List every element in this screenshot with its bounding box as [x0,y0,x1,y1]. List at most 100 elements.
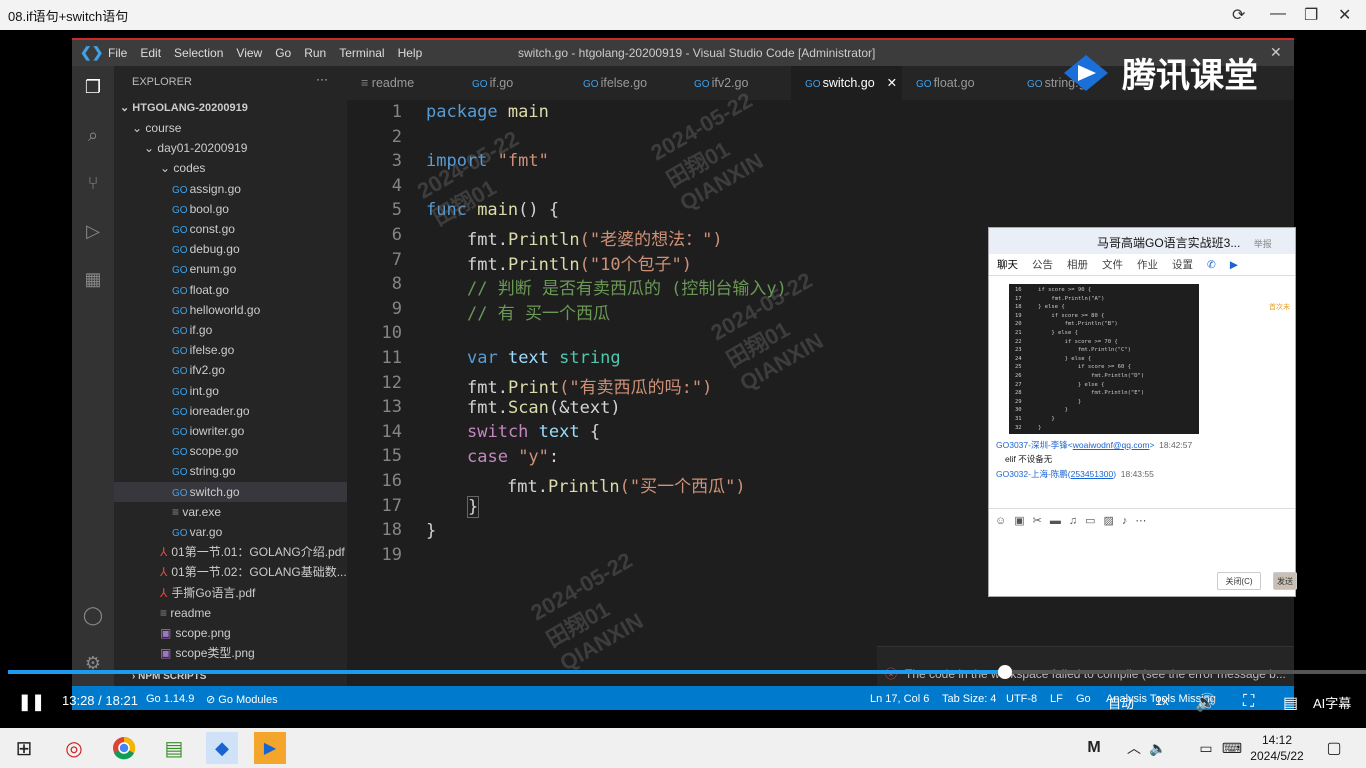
tab-album[interactable]: 相册 [1067,254,1088,275]
error-notification[interactable]: ⓧ The code in the workspace failed to co… [877,646,1294,686]
tree-folder[interactable]: ⌄ codes [114,158,347,178]
go-version[interactable]: Go 1.14.9 [146,693,194,705]
cursor-position[interactable]: Ln 17, Col 6 [870,693,929,705]
menu-view[interactable]: View [236,46,262,60]
restore-icon[interactable]: ❐ [1304,5,1318,25]
tab-settings[interactable]: 设置 [1172,254,1193,275]
language-mode[interactable]: Go [1076,693,1091,705]
tab-if-go[interactable]: GO if.go [458,66,569,100]
more-icon[interactable]: ⋯ [1135,515,1154,527]
player-taskbar-icon[interactable]: ▶ [254,732,286,764]
video-progress-bar[interactable] [8,665,1366,679]
minimize-icon[interactable]: — [1270,5,1286,23]
tab-switch-go[interactable]: GO switch.go ✕ [791,66,902,100]
input-method-icon[interactable]: M [1078,732,1110,764]
menu-go[interactable]: Go [275,46,291,60]
scissors-icon[interactable]: ✂ [1033,515,1050,527]
tab-homework[interactable]: 作业 [1137,254,1158,275]
send-button[interactable]: 发送 [1273,572,1297,590]
msg-qq-link[interactable]: 253451300 [1071,469,1114,479]
vscode-close-icon[interactable]: ✕ [1270,44,1282,61]
tree-file[interactable]: GO ioreader.go [114,401,347,421]
more-actions-icon[interactable]: ··· [316,72,328,86]
tree-file[interactable]: GO debug.go [114,239,347,259]
phone-icon[interactable]: ✆ [1207,254,1216,275]
refresh-icon[interactable]: ⟳ [1232,5,1245,25]
tree-file[interactable]: ≡ readme [114,603,347,623]
pause-icon[interactable]: ❚❚ [18,692,45,712]
tree-file[interactable]: GO iowriter.go [114,421,347,441]
app-icon-swirl[interactable]: ◎ [58,732,90,764]
fullscreen-icon[interactable]: ⛶ [1243,693,1254,711]
go-modules[interactable]: ⊘ Go Modules [206,693,278,706]
tab-files[interactable]: 文件 [1102,254,1123,275]
tree-file[interactable]: GO const.go [114,219,347,239]
gif-icon[interactable]: ▣ [1014,515,1032,527]
search-icon[interactable]: ⌕ [82,124,104,146]
tree-file[interactable]: GO assign.go [114,179,347,199]
account-icon[interactable]: ◯ [82,604,104,626]
volume-icon[interactable]: 🔊 [1195,693,1216,713]
subtitle-icon[interactable]: ▤ [1283,693,1298,713]
tree-folder[interactable]: ⌄ course [114,118,347,138]
tab-ifv2-go[interactable]: GO ifv2.go [680,66,791,100]
explorer-icon[interactable]: ❐ [82,76,104,98]
tree-file[interactable]: GO switch.go [114,481,347,502]
tree-file[interactable]: GO ifelse.go [114,340,347,360]
run-debug-icon[interactable]: ▷ [82,220,104,242]
tab-size[interactable]: Tab Size: 4 [942,693,996,705]
bell-icon[interactable]: ♪ [1122,515,1136,527]
tree-file[interactable]: GO var.go [114,522,347,542]
notification-icon[interactable]: ▢ [1318,732,1350,764]
menu-selection[interactable]: Selection [174,46,223,60]
source-control-icon[interactable]: ⑂ [82,172,104,194]
menu-file[interactable]: File [108,46,127,60]
tree-file[interactable]: ⅄ 01第一节.01：GOLANG介绍.pdf [114,542,347,562]
clock[interactable]: 14:12 2024/5/22 [1246,732,1308,764]
tree-file[interactable]: GO string.go [114,461,347,481]
tree-file[interactable]: GO ifv2.go [114,360,347,380]
speed-selector[interactable]: 1x [1155,693,1169,708]
tab-ifelse-go[interactable]: GO ifelse.go [569,66,680,100]
ime-icon[interactable]: ⌨ [1216,732,1248,764]
music-icon[interactable]: ♫ [1069,515,1085,527]
msg-sender[interactable]: GO3037-深圳-李锋 [996,440,1068,450]
tree-file[interactable]: GO helloworld.go [114,300,347,320]
screen-icon[interactable]: ▭ [1085,515,1103,527]
ai-subtitle-button[interactable]: AI字幕 [1313,693,1351,712]
encoding[interactable]: UTF-8 [1006,693,1037,705]
speaker-icon[interactable]: 🔈 [1142,732,1174,764]
notepad-icon[interactable]: ▤ [158,732,190,764]
menu-run[interactable]: Run [304,46,326,60]
msg-email-link[interactable]: woaiwodnf@qq.com [1073,440,1150,450]
tree-file[interactable]: ⅄ 01第一节.02：GOLANG基础数... [114,562,347,582]
quality-selector[interactable]: 自动 [1108,693,1134,712]
close-icon[interactable]: ✕ [1338,5,1351,25]
tree-file[interactable]: GO scope.go [114,441,347,461]
tab-readme[interactable]: ≡ readme [347,66,458,100]
tab-announcement[interactable]: 公告 [1032,254,1053,275]
tree-file[interactable]: GO bool.go [114,199,347,219]
tencent-classroom-taskbar-icon[interactable]: ◆ [206,732,238,764]
tree-file[interactable]: ▣ scope类型.png [114,643,347,663]
menu-edit[interactable]: Edit [140,46,161,60]
tree-file[interactable]: GO if.go [114,320,347,340]
tree-file[interactable]: GO enum.go [114,259,347,279]
report-link[interactable]: 举报 [1254,239,1272,249]
folder-icon[interactable]: ▬ [1050,515,1069,527]
tree-file[interactable]: ▣ scope.png [114,623,347,643]
tab-close-icon[interactable]: ✕ [887,76,897,90]
image-icon[interactable]: ▨ [1104,515,1122,527]
progress-handle[interactable] [997,665,1012,679]
menu-help[interactable]: Help [398,46,423,60]
tab-chat[interactable]: 聊天 [997,254,1018,275]
video-call-icon[interactable]: ▶ [1230,254,1238,275]
eol[interactable]: LF [1050,693,1063,705]
windows-start-icon[interactable]: ⊞ [8,732,40,764]
root-folder[interactable]: ⌄ HTGOLANG-20200919 [114,98,347,118]
tree-file[interactable]: ≡ var.exe [114,502,347,522]
shared-code-image[interactable]: 16 if score >= 90 {17 fmt.Println("A") 18… [1009,284,1199,434]
chrome-icon[interactable] [108,732,140,764]
menu-terminal[interactable]: Terminal [339,46,384,60]
extensions-icon[interactable]: ▦ [82,268,104,290]
